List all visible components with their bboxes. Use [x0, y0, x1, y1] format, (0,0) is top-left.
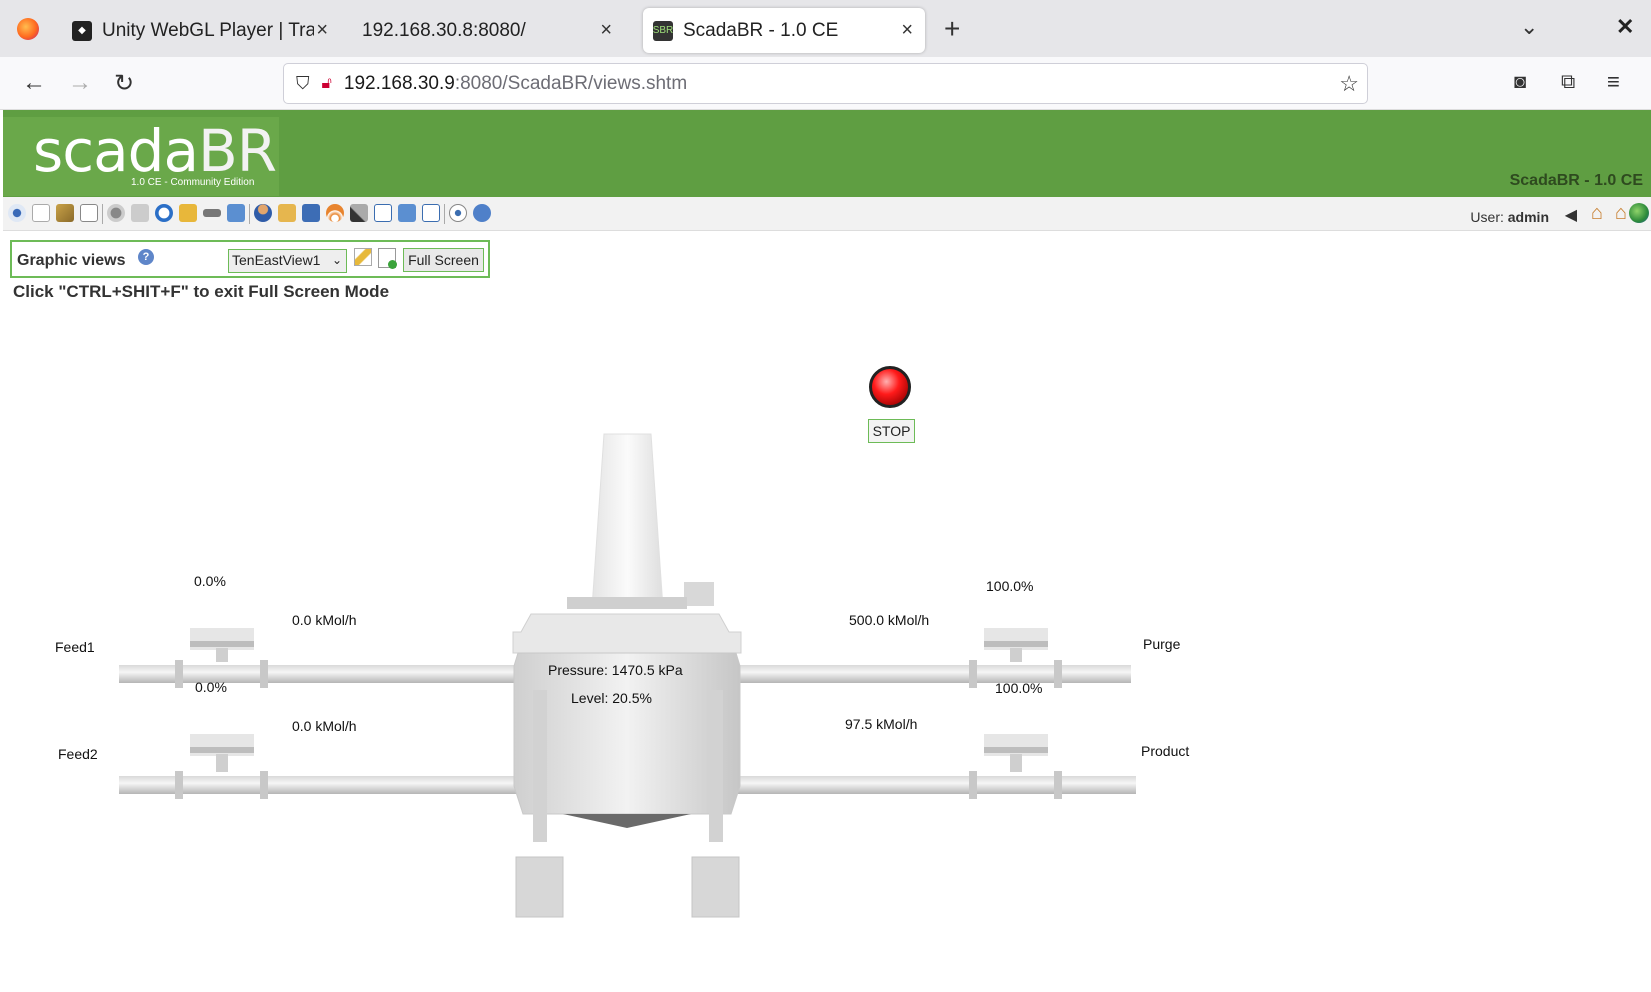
insecure-lock-icon: 🔓︎: [321, 74, 332, 92]
url-text: 192.168.30.9:8080/ScadaBR/views.shtm: [344, 73, 687, 95]
new-tab-button[interactable]: +: [944, 13, 960, 45]
url-host: 192.168.30.9: [343, 72, 455, 94]
feed2-valve-value: 0.0%: [195, 679, 227, 695]
reactor-pressure: Pressure: 1470.5 kPa: [548, 662, 683, 678]
back-icon[interactable]: ←: [22, 69, 46, 97]
reactor-stack: [591, 433, 664, 609]
browser-tabbar: ◆ Unity WebGL Player | Trai × 192.168.30…: [0, 0, 1651, 57]
extensions-icon[interactable]: ⧉: [1561, 71, 1575, 94]
purge-pipe: [738, 665, 1131, 683]
feed1-label: Feed1: [55, 639, 95, 655]
pocket-icon[interactable]: ◙: [1514, 71, 1526, 94]
url-bar[interactable]: ⛉ 🔓︎ 192.168.30.9:8080/ScadaBR/views.sht…: [283, 63, 1368, 104]
purge-label: Purge: [1143, 636, 1181, 652]
reactor-lid: [512, 613, 742, 654]
purge-valve-value: 100.0%: [986, 578, 1034, 594]
url-path: :8080/ScadaBR/views.shtm: [454, 72, 688, 94]
tab-label: Unity WebGL Player | Trai: [102, 19, 314, 41]
close-icon[interactable]: ×: [600, 19, 612, 42]
feed1-flow-value: 0.0 kMol/h: [292, 612, 357, 628]
purge-flow-value: 500.0 kMol/h: [849, 612, 930, 628]
stop-button[interactable]: STOP: [868, 419, 915, 443]
feed2-label: Feed2: [58, 746, 98, 762]
reactor-foot-right: [691, 856, 740, 918]
tab-label: ScadaBR - 1.0 CE: [683, 19, 839, 41]
forward-icon[interactable]: →: [68, 69, 92, 97]
unity-icon: ◆: [72, 20, 92, 41]
tab-192-168-30-8[interactable]: 192.168.30.8:8080/ ×: [344, 8, 624, 53]
tab-scadabr[interactable]: SBR ScadaBR - 1.0 CE ×: [643, 8, 925, 53]
process-diagram: [119, 433, 1136, 918]
close-icon[interactable]: ×: [316, 19, 328, 42]
feed1-valve-value: 0.0%: [194, 573, 226, 589]
browser-navbar: ← → ↻ ⛉ 🔓︎ 192.168.30.9:8080/ScadaBR/vie…: [0, 57, 1651, 110]
bookmark-star-icon[interactable]: ☆: [1339, 71, 1359, 97]
product-valve: [984, 734, 1048, 772]
reactor-vent: [684, 582, 714, 606]
feed1-valve: [190, 628, 254, 662]
purge-valve: [984, 628, 1048, 662]
tab-list-icon[interactable]: ⌄: [1520, 14, 1538, 40]
window-close-icon[interactable]: ✕: [1616, 14, 1634, 40]
close-icon[interactable]: ×: [901, 19, 913, 42]
product-flow-value: 97.5 kMol/h: [845, 716, 918, 732]
shield-icon: ⛉: [296, 73, 310, 93]
reactor-foot-left: [515, 856, 564, 918]
product-valve-value: 100.0%: [995, 680, 1043, 696]
feed2-valve: [190, 734, 254, 772]
menu-icon[interactable]: ≡: [1607, 69, 1620, 95]
firefox-icon[interactable]: [17, 18, 39, 40]
tab-label: 192.168.30.8:8080/: [362, 19, 526, 41]
reload-icon[interactable]: ↻: [114, 69, 134, 98]
product-label: Product: [1141, 743, 1190, 759]
feed2-flow-value: 0.0 kMol/h: [292, 718, 357, 734]
tab-unity[interactable]: ◆ Unity WebGL Player | Trai ×: [62, 8, 336, 53]
product-pipe: [738, 776, 1136, 794]
scadabr-page: scadaBR 1.0 CE - Community Edition Scada…: [3, 110, 1651, 992]
scadabr-icon: SBR: [653, 20, 673, 41]
reactor-level: Level: 20.5%: [571, 690, 652, 706]
status-led: [869, 366, 911, 408]
